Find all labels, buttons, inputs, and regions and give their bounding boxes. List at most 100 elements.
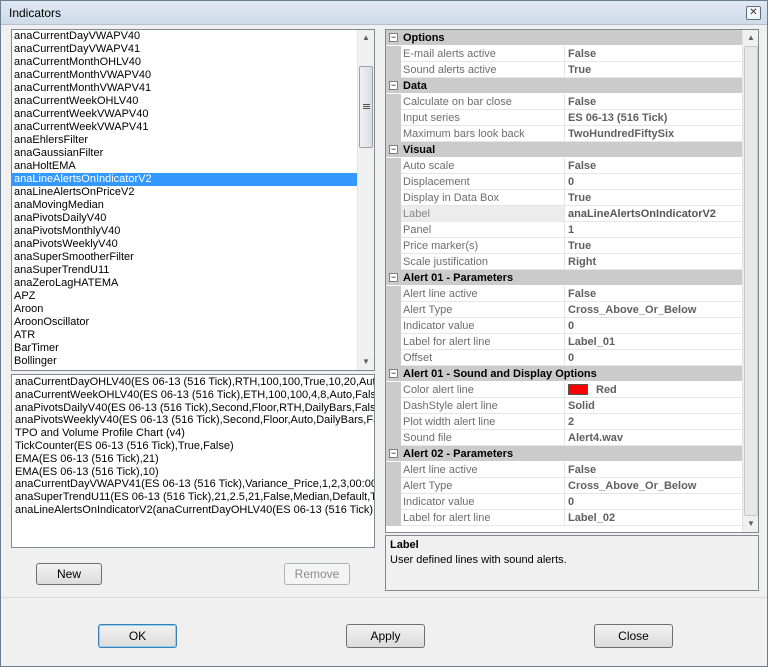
property-value[interactable]: ES 06-13 (516 Tick) bbox=[566, 110, 742, 126]
property-row[interactable]: Alert Type Cross_Above_Or_Below bbox=[386, 478, 742, 494]
property-value[interactable]: 0 bbox=[566, 174, 742, 190]
property-row[interactable]: Sound alerts active True bbox=[386, 62, 742, 78]
collapse-icon[interactable]: − bbox=[389, 81, 398, 90]
property-value[interactable]: True bbox=[566, 238, 742, 254]
close-window-icon[interactable]: ✕ bbox=[746, 6, 761, 20]
property-value[interactable]: False bbox=[566, 46, 742, 62]
property-category[interactable]: − Alert 02 - Parameters bbox=[386, 446, 742, 462]
applied-indicator-item[interactable]: anaCurrentDayOHLV40(ES 06-13 (516 Tick),… bbox=[12, 376, 374, 389]
property-value[interactable]: 1 bbox=[566, 222, 742, 238]
property-row[interactable]: Indicator value 0 bbox=[386, 318, 742, 334]
collapse-icon[interactable]: − bbox=[389, 369, 398, 378]
property-value[interactable]: False bbox=[566, 462, 742, 478]
property-value[interactable]: 2 bbox=[566, 414, 742, 430]
collapse-icon[interactable]: − bbox=[389, 449, 398, 458]
property-row[interactable]: Input series ES 06-13 (516 Tick) bbox=[386, 110, 742, 126]
property-value[interactable]: True bbox=[566, 62, 742, 78]
property-value[interactable]: Cross_Above_Or_Below bbox=[566, 302, 742, 318]
indicator-list-item[interactable]: anaCurrentMonthVWAPV41 bbox=[12, 82, 357, 95]
color-swatch[interactable] bbox=[568, 384, 588, 395]
indicator-list-item[interactable]: BarTimer bbox=[12, 342, 357, 355]
applied-indicator-item[interactable]: anaPivotsDailyV40(ES 06-13 (516 Tick),Se… bbox=[12, 402, 374, 415]
ok-button[interactable]: OK bbox=[98, 624, 177, 648]
property-row[interactable]: Calculate on bar close False bbox=[386, 94, 742, 110]
indicator-list-item[interactable]: anaCurrentMonthOHLV40 bbox=[12, 56, 357, 69]
property-row[interactable]: DashStyle alert line Solid bbox=[386, 398, 742, 414]
indicator-list-item[interactable]: anaEhlersFilter bbox=[12, 134, 357, 147]
indicator-list-item[interactable]: anaPivotsWeeklyV40 bbox=[12, 238, 357, 251]
indicator-list-item[interactable]: anaMovingMedian bbox=[12, 199, 357, 212]
property-value[interactable]: False bbox=[566, 286, 742, 302]
property-grid[interactable]: − Options E-mail alerts active False Sound a… bbox=[385, 29, 759, 533]
property-row[interactable]: Price marker(s) True bbox=[386, 238, 742, 254]
property-row[interactable]: Maximum bars look back TwoHundredFiftySix bbox=[386, 126, 742, 142]
scroll-down-arrow-icon[interactable]: ▼ bbox=[358, 354, 374, 370]
property-category[interactable]: − Alert 01 - Sound and Display Options bbox=[386, 366, 742, 382]
property-value[interactable]: False bbox=[566, 158, 742, 174]
applied-indicator-item[interactable]: anaCurrentWeekOHLV40(ES 06-13 (516 Tick)… bbox=[12, 389, 374, 402]
property-row[interactable]: Plot width alert line 2 bbox=[386, 414, 742, 430]
applied-indicator-item[interactable]: anaPivotsWeeklyV40(ES 06-13 (516 Tick),S… bbox=[12, 414, 374, 427]
indicator-list-item[interactable]: anaHoltEMA bbox=[12, 160, 357, 173]
property-value[interactable]: Label_02 bbox=[566, 510, 742, 526]
property-value[interactable]: Cross_Above_Or_Below bbox=[566, 478, 742, 494]
available-indicators-list[interactable]: anaCurrentDayVWAPV40 anaCurrentDayVWAPV41… bbox=[11, 29, 375, 371]
close-button[interactable]: Close bbox=[594, 624, 673, 648]
applied-indicator-item[interactable]: EMA(ES 06-13 (516 Tick),10) bbox=[12, 466, 374, 479]
property-row[interactable]: E-mail alerts active False bbox=[386, 46, 742, 62]
remove-button[interactable]: Remove bbox=[284, 563, 350, 585]
property-row[interactable]: Label for alert line Label_01 bbox=[386, 334, 742, 350]
scroll-up-arrow-icon[interactable]: ▲ bbox=[743, 30, 758, 46]
indicator-list-item[interactable]: anaSuperSmootherFilter bbox=[12, 251, 357, 264]
property-value[interactable]: Alert4.wav bbox=[566, 430, 742, 446]
property-value[interactable]: 0 bbox=[566, 318, 742, 334]
property-category[interactable]: − Data bbox=[386, 78, 742, 94]
indicator-list-scrollbar[interactable]: ▲ ▼ bbox=[357, 30, 374, 370]
property-row[interactable]: Alert Type Cross_Above_Or_Below bbox=[386, 302, 742, 318]
property-row[interactable]: Label anaLineAlertsOnIndicatorV2 bbox=[386, 206, 742, 222]
applied-indicator-item[interactable]: TPO and Volume Profile Chart (v4) bbox=[12, 427, 374, 440]
apply-button[interactable]: Apply bbox=[346, 624, 425, 648]
indicator-list-item[interactable]: ATR bbox=[12, 329, 357, 342]
property-row[interactable]: Sound file Alert4.wav bbox=[386, 430, 742, 446]
property-row[interactable]: Indicator value 0 bbox=[386, 494, 742, 510]
property-row[interactable]: Displacement 0 bbox=[386, 174, 742, 190]
property-row[interactable]: Alert line active False bbox=[386, 286, 742, 302]
indicator-list-item[interactable]: anaCurrentMonthVWAPV40 bbox=[12, 69, 357, 82]
new-button[interactable]: New bbox=[36, 563, 102, 585]
property-value[interactable]: Label_01 bbox=[566, 334, 742, 350]
applied-indicators-list[interactable]: anaCurrentDayOHLV40(ES 06-13 (516 Tick),… bbox=[11, 374, 375, 548]
indicator-list-item[interactable]: AroonOscillator bbox=[12, 316, 357, 329]
property-row[interactable]: Auto scale False bbox=[386, 158, 742, 174]
property-category[interactable]: − Options bbox=[386, 30, 742, 46]
property-row[interactable]: Scale justification Right bbox=[386, 254, 742, 270]
indicator-list-item[interactable]: APZ bbox=[12, 290, 357, 303]
scroll-down-arrow-icon[interactable]: ▼ bbox=[743, 516, 758, 532]
property-grid-scrollbar[interactable]: ▲ ▼ bbox=[742, 30, 758, 532]
collapse-icon[interactable]: − bbox=[389, 273, 398, 282]
indicator-list-item[interactable]: anaGaussianFilter bbox=[12, 147, 357, 160]
collapse-icon[interactable]: − bbox=[389, 145, 398, 154]
property-category[interactable]: − Alert 01 - Parameters bbox=[386, 270, 742, 286]
applied-indicator-item[interactable]: anaSuperTrendU11(ES 06-13 (516 Tick),21,… bbox=[12, 491, 374, 504]
applied-indicator-item[interactable]: anaLineAlertsOnIndicatorV2(anaCurrentDay… bbox=[12, 504, 374, 517]
collapse-icon[interactable]: − bbox=[389, 33, 398, 42]
scrollbar-thumb[interactable] bbox=[744, 46, 758, 516]
indicator-list-item[interactable]: anaCurrentWeekVWAPV41 bbox=[12, 121, 357, 134]
property-row[interactable]: Label for alert line Label_02 bbox=[386, 510, 742, 526]
indicator-list-item[interactable]: anaCurrentWeekOHLV40 bbox=[12, 95, 357, 108]
property-value[interactable]: Solid bbox=[566, 398, 742, 414]
property-value[interactable]: 0 bbox=[566, 350, 742, 366]
property-row[interactable]: Alert line active False bbox=[386, 462, 742, 478]
indicator-list-item[interactable]: anaSuperTrendU11 bbox=[12, 264, 357, 277]
property-value[interactable]: anaLineAlertsOnIndicatorV2 bbox=[566, 206, 742, 222]
indicator-list-item[interactable]: Bollinger bbox=[12, 355, 357, 368]
indicator-list-item[interactable]: anaZeroLagHATEMA bbox=[12, 277, 357, 290]
applied-indicator-item[interactable]: TickCounter(ES 06-13 (516 Tick),True,Fal… bbox=[12, 440, 374, 453]
indicator-list-item[interactable]: anaCurrentDayVWAPV41 bbox=[12, 43, 357, 56]
applied-indicator-item[interactable]: anaCurrentDayVWAPV41(ES 06-13 (516 Tick)… bbox=[12, 478, 374, 491]
property-value[interactable]: False bbox=[566, 94, 742, 110]
scroll-up-arrow-icon[interactable]: ▲ bbox=[358, 30, 374, 46]
indicator-list-item[interactable]: anaCurrentDayVWAPV40 bbox=[12, 30, 357, 43]
property-value[interactable]: TwoHundredFiftySix bbox=[566, 126, 742, 142]
